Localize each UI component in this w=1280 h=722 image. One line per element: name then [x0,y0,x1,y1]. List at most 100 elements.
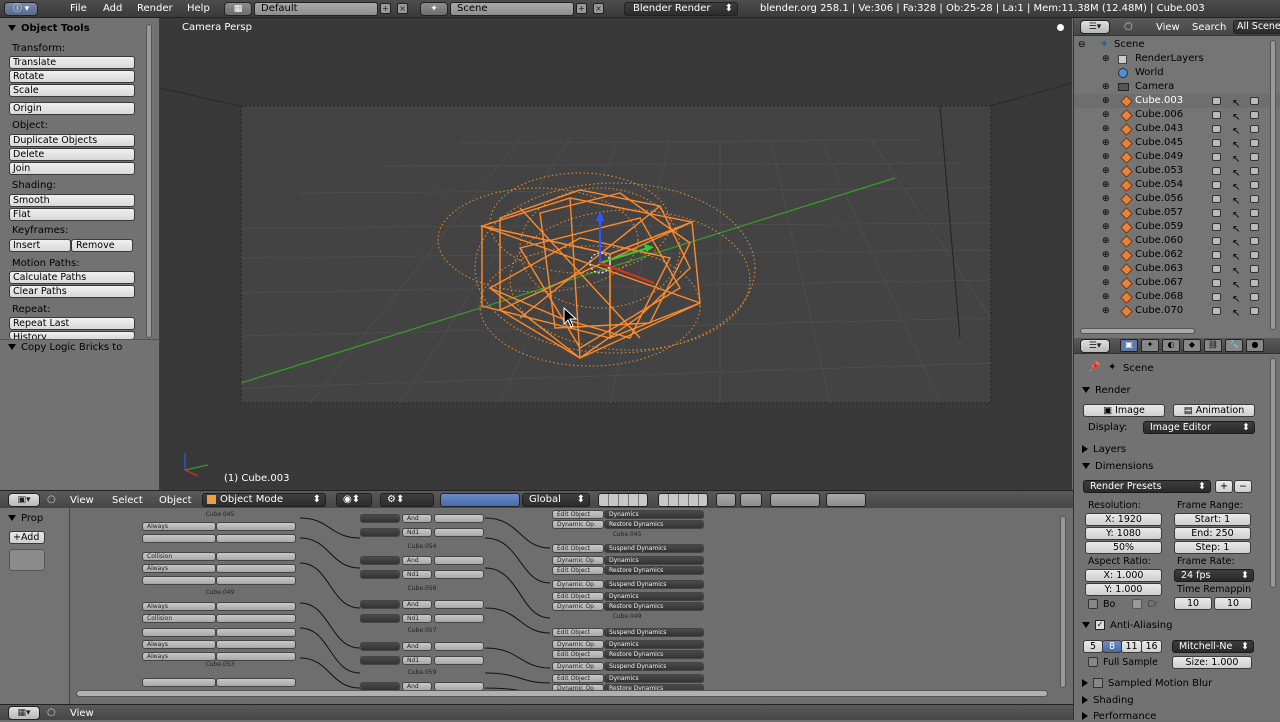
visibility-eye-icon[interactable] [1212,307,1221,315]
actuator-label-field[interactable]: Dynamic Op [552,520,604,529]
sensor-type-field[interactable]: Always [142,564,216,573]
outliner-hscrollbar[interactable] [1080,328,1195,334]
expand-icon[interactable]: ⊖ [1078,38,1086,52]
display-select[interactable]: Image Editor ⬍ [1143,421,1255,434]
visibility-eye-icon[interactable] [1212,237,1221,245]
controller-type-field[interactable] [360,642,400,651]
outliner-object-row[interactable]: ⊕ Cube.054 ↖ [1074,178,1280,193]
expand-icon[interactable]: ⊕ [1102,52,1110,66]
select-cursor-icon[interactable]: ↖ [1232,153,1241,165]
render-camera-icon[interactable] [1250,265,1259,273]
sensor-type-field[interactable]: Collision [142,552,216,561]
3d-viewport[interactable]: Camera Persp (1) Cube.003 [160,18,1072,490]
visibility-eye-icon[interactable] [1212,111,1221,119]
aa-samples-8[interactable]: 8 [1102,640,1122,653]
actuator-value-field[interactable]: Suspend Dynamics [604,580,704,589]
calculate-paths-button[interactable]: Calculate Paths [9,271,135,284]
render-camera-icon[interactable] [1250,279,1259,287]
outliner-object-row[interactable]: ⊕ Cube.059 ↖ [1074,220,1280,235]
aa-filter-select[interactable]: Mitchell-Ne ⬍ [1172,640,1254,653]
viewport-corner-icon[interactable] [1057,24,1064,31]
render-camera-icon[interactable] [1250,125,1259,133]
actuator-label-field[interactable]: Edit Object [552,510,604,519]
expand-icon[interactable]: ⊕ [1102,262,1110,276]
remove-keyframe-button[interactable]: Remove [71,239,133,252]
scene-icon[interactable]: ✦ [420,2,448,16]
duplicate-objects-button[interactable]: Duplicate Objects [9,134,135,147]
frame-step-field[interactable]: Step: 1 [1174,541,1251,554]
layers-panel-header[interactable]: Layers [1082,444,1126,455]
smooth-button[interactable]: Smooth [9,194,135,207]
actuator-value-field[interactable]: Restore Dynamics [604,566,704,575]
render-camera-icon[interactable] [1250,251,1259,259]
sensor-type-field[interactable] [142,576,216,585]
sensor-type-field[interactable]: Collision [142,614,216,623]
render-camera-icon[interactable] [1250,307,1259,315]
actuator-value-field[interactable]: Restore Dynamics [604,602,704,611]
controller-type-field[interactable] [360,514,400,523]
controller-object-header[interactable]: Cube.054 [360,542,484,551]
expand-icon[interactable]: ⊕ [1102,122,1110,136]
visibility-eye-icon[interactable] [1212,167,1221,175]
controller-state-field[interactable] [434,528,484,537]
expand-icon[interactable]: ⊕ [1102,108,1110,122]
remove-screen-icon[interactable]: × [397,3,408,14]
visibility-eye-icon[interactable] [1212,153,1221,161]
expand-icon[interactable]: ⊕ [1102,290,1110,304]
render-camera-icon[interactable] [1250,111,1259,119]
sensor-param-field[interactable] [216,602,296,611]
outliner-world-row[interactable]: World [1074,66,1280,80]
render-presets-select[interactable]: Render Presets ⬍ [1083,480,1211,493]
actuator-label-field[interactable]: Edit Object [552,544,604,553]
time-remap-old-field[interactable]: 10 [1174,597,1212,610]
outliner-object-row[interactable]: ⊕ Cube.068 ↖ [1074,290,1280,305]
frame-start-field[interactable]: Start: 1 [1174,513,1251,526]
outliner-view-menu[interactable]: View [1156,22,1180,33]
controller-type-field[interactable] [360,614,400,623]
prop-header[interactable]: Prop [8,513,43,524]
select-cursor-icon[interactable]: ↖ [1232,265,1241,277]
actuator-value-field[interactable]: Dynamics [604,674,704,683]
sensor-type-field[interactable]: Always [142,522,216,531]
expand-icon[interactable]: ⊕ [1102,94,1110,108]
sensor-param-field[interactable] [216,614,296,623]
expand-icon[interactable]: ⊕ [1102,304,1110,318]
full-sample-checkbox[interactable] [1088,657,1098,667]
controller-state-field[interactable] [434,570,484,579]
scene-tab-icon[interactable]: ✦ [1141,339,1159,352]
select-cursor-icon[interactable]: ↖ [1232,251,1241,263]
actuator-label-field[interactable]: Dynamic Op [552,556,604,565]
viewport-shading-select[interactable]: ◉⬍ [336,493,372,507]
editor-type-outliner-icon[interactable]: ☰▾ [1080,20,1110,34]
lock-layers-button[interactable] [716,493,736,507]
actuator-label-field[interactable]: Edit Object [552,566,604,575]
outliner-search-menu[interactable]: Search [1192,22,1226,33]
sensor-param-field[interactable] [216,564,296,573]
render-panel-header[interactable]: Render [1082,385,1131,396]
outliner-object-row[interactable]: ⊕ Cube.006 ↖ [1074,108,1280,123]
resolution-y-field[interactable]: Y: 1080 [1085,527,1162,540]
motion-blur-checkbox[interactable] [1093,678,1103,688]
snap-buttons[interactable] [770,493,820,507]
layer-buttons-group-2[interactable] [658,493,708,507]
actuator-object-header[interactable]: Cube.049 [552,612,702,621]
resolution-percent-field[interactable]: 50% [1085,541,1162,554]
scale-button[interactable]: Scale [9,84,135,97]
performance-header[interactable]: Performance [1082,711,1156,722]
outliner-object-row[interactable]: ⊕ Cube.053 ↖ [1074,164,1280,179]
actuator-label-field[interactable]: Dynamic Op [552,640,604,649]
outliner-scene-row[interactable]: ⊖ ✦ Scene [1074,38,1280,52]
select-cursor-icon[interactable]: ↖ [1232,209,1241,221]
world-tab-icon[interactable]: ◐ [1162,339,1180,352]
outliner-object-row[interactable]: ⊕ Cube.049 ↖ [1074,150,1280,165]
controller-logic-field[interactable]: Nd1 [402,614,432,623]
menu-file[interactable]: File [70,3,87,14]
aa-samples-5[interactable]: 5 [1083,640,1103,653]
controller-logic-field[interactable]: Nd1 [402,656,432,665]
render-camera-icon[interactable] [1250,223,1259,231]
select-cursor-icon[interactable]: ↖ [1232,167,1241,179]
mode-select[interactable]: Object Mode ⬍ [202,493,326,507]
editor-type-info-icon[interactable]: ⓘ ▾ [4,2,38,16]
circle-icon[interactable]: ○ [47,707,56,718]
sensor-param-field[interactable] [216,522,296,531]
